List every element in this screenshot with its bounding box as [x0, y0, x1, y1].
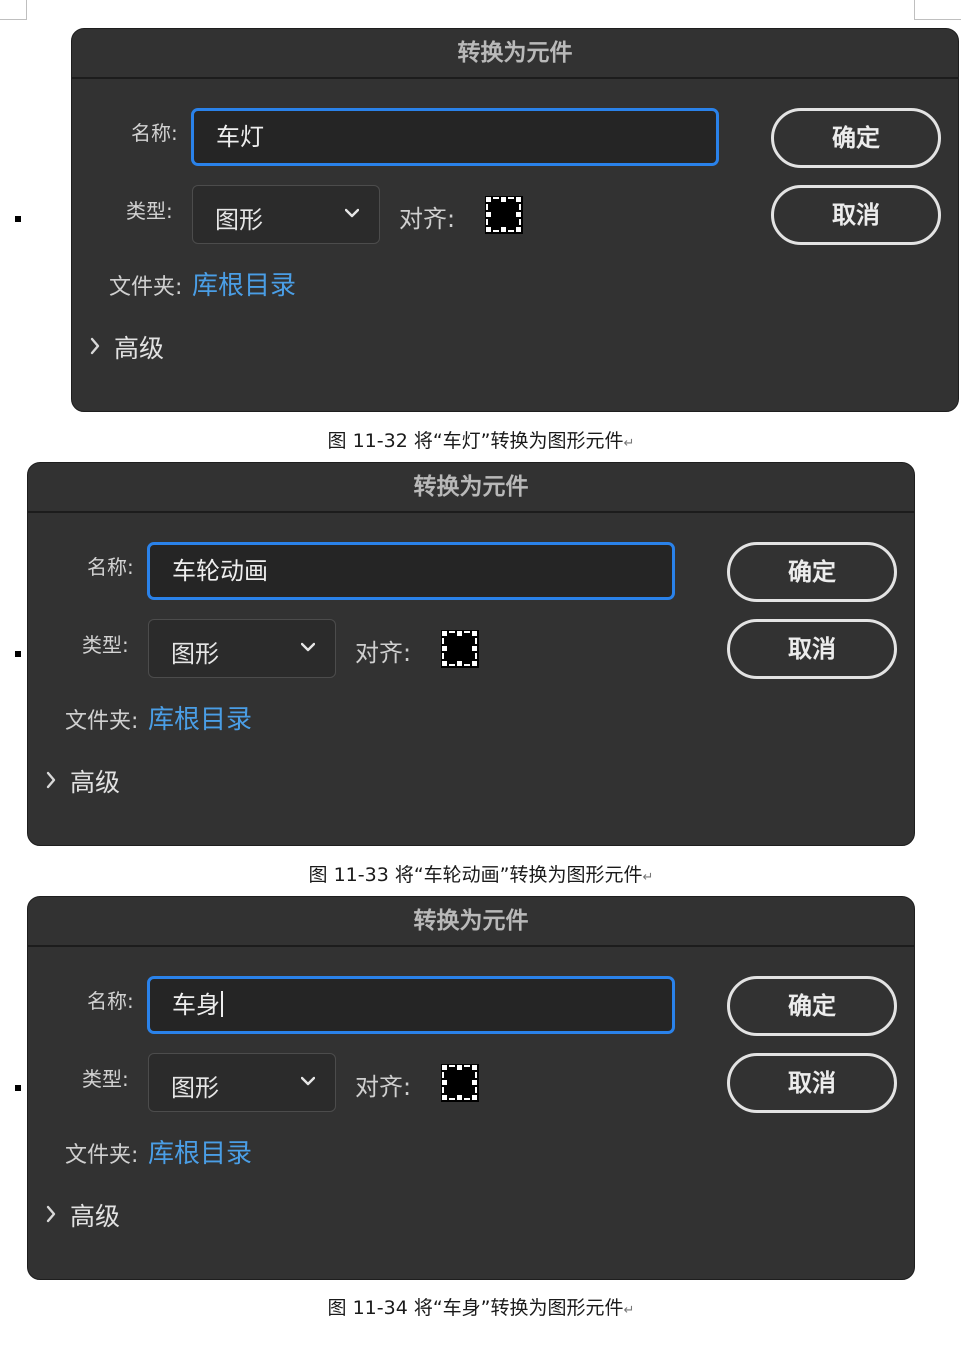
- ok-button[interactable]: 确定: [771, 108, 941, 168]
- folder-label: 文件夹:: [109, 275, 183, 300]
- type-select-value: 图形: [171, 1074, 219, 1102]
- folder-label: 文件夹:: [65, 1143, 139, 1168]
- ok-button[interactable]: 确定: [727, 542, 897, 602]
- chevron-down-icon: [345, 208, 359, 218]
- chevron-right-icon[interactable]: [90, 337, 100, 355]
- text-cursor: [221, 991, 223, 1017]
- dialog-titlebar: 转换为元件: [72, 29, 958, 79]
- figure-2: 转换为元件 名称: 车轮动画 类型: 图形 对齐: 文件夹: 库根目录 高级 确…: [27, 462, 917, 846]
- align-label: 对齐:: [355, 639, 412, 667]
- figure-caption: 图 11-33 将“车轮动画”转换为图形元件↵: [0, 860, 962, 887]
- convert-to-symbol-dialog: 转换为元件 名称: 车灯 类型: 图形 对齐: 文件夹: 库根目录 高级 确定 …: [71, 28, 959, 412]
- chevron-down-icon: [301, 1076, 315, 1086]
- name-input-text: 车身: [172, 991, 220, 1019]
- name-label: 名称:: [87, 555, 134, 579]
- type-label: 类型:: [82, 1067, 129, 1091]
- dialog-titlebar: 转换为元件: [28, 897, 914, 947]
- name-label: 名称:: [131, 121, 178, 145]
- figure-1: 转换为元件 名称: 车灯 类型: 图形 对齐: 文件夹: 库根目录 高级 确定 …: [71, 28, 961, 412]
- dialog-title: 转换为元件: [413, 908, 529, 934]
- list-bullet: [15, 651, 21, 657]
- type-label: 类型:: [126, 199, 173, 223]
- caption-text: 图 11-33 将“车轮动画”转换为图形元件: [308, 864, 643, 886]
- cancel-button[interactable]: 取消: [727, 1053, 897, 1113]
- chevron-right-icon[interactable]: [46, 1205, 56, 1223]
- folder-label: 文件夹:: [65, 709, 139, 734]
- figure-caption: 图 11-34 将“车身”转换为图形元件↵: [0, 1293, 962, 1320]
- cancel-button[interactable]: 取消: [771, 185, 941, 245]
- page-corner-mark-right: [914, 0, 961, 20]
- figure-3: 转换为元件 名称: 车身 类型: 图形 对齐: 文件夹: 库根目录 高级 确定 …: [27, 896, 917, 1280]
- cancel-button[interactable]: 取消: [727, 619, 897, 679]
- folder-link[interactable]: 库根目录: [148, 699, 252, 736]
- advanced-toggle[interactable]: 高级: [114, 329, 164, 365]
- name-input-value: 车灯: [216, 123, 264, 151]
- chevron-right-icon[interactable]: [46, 771, 56, 789]
- type-select-value: 图形: [171, 640, 219, 668]
- folder-link[interactable]: 库根目录: [148, 1133, 252, 1170]
- name-label: 名称:: [87, 989, 134, 1013]
- ok-button[interactable]: 确定: [727, 976, 897, 1036]
- chevron-down-icon: [301, 642, 315, 652]
- name-input[interactable]: 车灯: [191, 108, 719, 166]
- type-select[interactable]: 图形: [148, 1053, 336, 1112]
- registration-grid-icon[interactable]: [485, 196, 523, 234]
- convert-to-symbol-dialog: 转换为元件 名称: 车轮动画 类型: 图形 对齐: 文件夹: 库根目录 高级 确…: [27, 462, 915, 846]
- type-label: 类型:: [82, 633, 129, 657]
- name-input[interactable]: 车身: [147, 976, 675, 1034]
- registration-grid-icon[interactable]: [441, 1064, 479, 1102]
- name-input[interactable]: 车轮动画: [147, 542, 675, 600]
- align-label: 对齐:: [355, 1073, 412, 1101]
- advanced-toggle[interactable]: 高级: [70, 1197, 120, 1233]
- list-bullet: [15, 216, 21, 222]
- dialog-title: 转换为元件: [413, 474, 529, 500]
- list-bullet: [15, 1085, 21, 1091]
- paragraph-mark-icon: ↵: [642, 870, 654, 885]
- paragraph-mark-icon: ↵: [623, 1303, 635, 1318]
- type-select[interactable]: 图形: [192, 185, 380, 244]
- folder-link[interactable]: 库根目录: [192, 265, 296, 302]
- type-select-value: 图形: [215, 206, 263, 234]
- convert-to-symbol-dialog: 转换为元件 名称: 车身 类型: 图形 对齐: 文件夹: 库根目录 高级 确定 …: [27, 896, 915, 1280]
- name-input-value: 车轮动画: [172, 557, 268, 585]
- align-label: 对齐:: [399, 205, 456, 233]
- type-select[interactable]: 图形: [148, 619, 336, 678]
- dialog-titlebar: 转换为元件: [28, 463, 914, 513]
- caption-text: 图 11-34 将“车身”转换为图形元件: [327, 1297, 624, 1319]
- paragraph-mark-icon: ↵: [623, 436, 635, 451]
- registration-grid-icon[interactable]: [441, 630, 479, 668]
- page-corner-mark-left: [0, 0, 27, 20]
- caption-text: 图 11-32 将“车灯”转换为图形元件: [327, 430, 624, 452]
- name-input-value: 车身: [172, 985, 223, 1020]
- advanced-toggle[interactable]: 高级: [70, 763, 120, 799]
- figure-caption: 图 11-32 将“车灯”转换为图形元件↵: [0, 426, 962, 453]
- dialog-title: 转换为元件: [457, 40, 573, 66]
